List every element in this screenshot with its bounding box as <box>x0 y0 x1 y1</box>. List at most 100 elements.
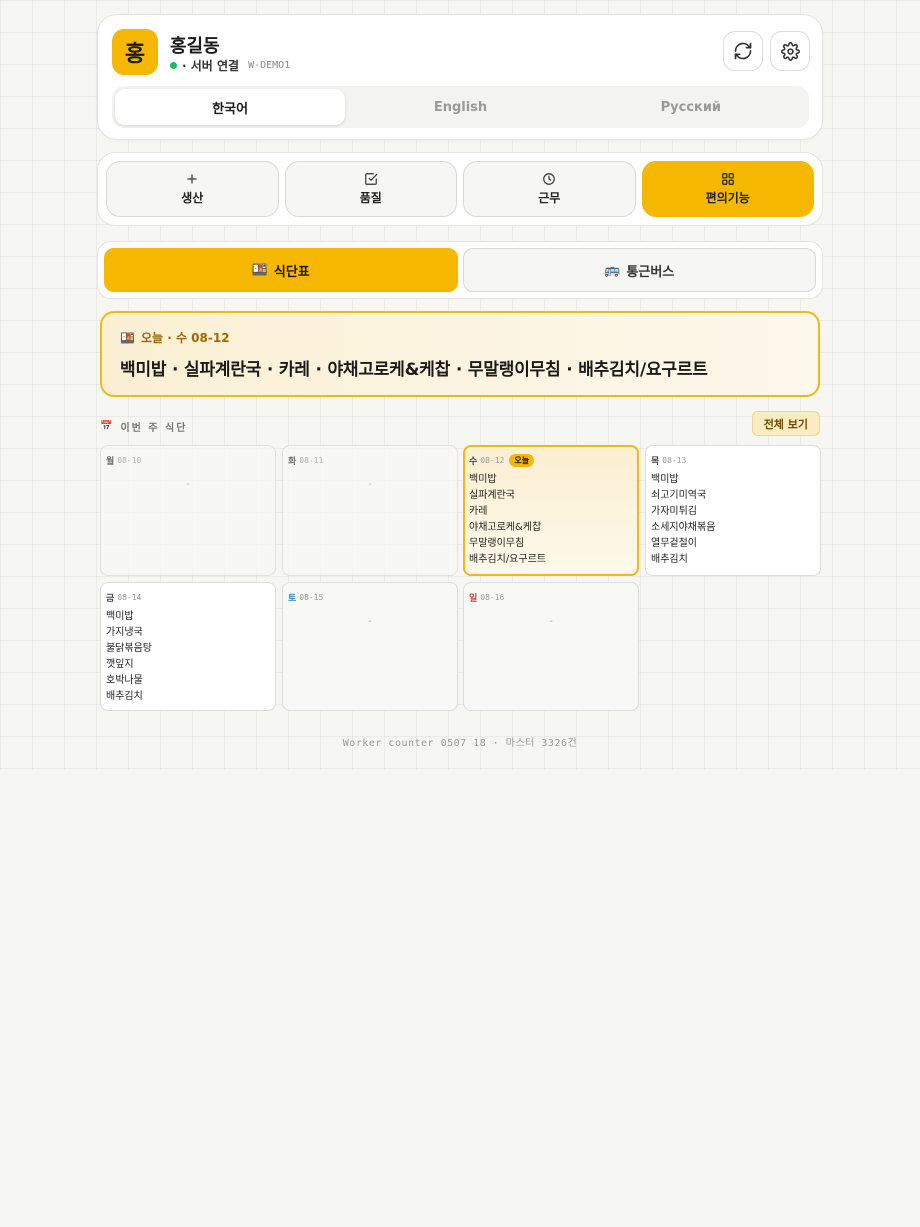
view-all-button[interactable]: 전체 보기 <box>751 411 820 436</box>
weekday: 일 <box>469 594 478 604</box>
plus-icon <box>187 174 197 184</box>
status-text: · 서버 연결 <box>182 59 240 73</box>
profile-header: 홍 홍길동 · 서버 연결 W-DEMO1 한국어 English Русски… <box>97 14 823 140</box>
tab-label: 통근버스 <box>626 264 675 280</box>
menu-item: 소세지야채볶음 <box>651 522 716 533</box>
online-dot-icon <box>170 62 177 69</box>
today-menu-text: 백미밥 · 실파계란국 · 카레 · 야채고로케&케찹 · 무말랭이무침 · 배… <box>120 360 708 380</box>
today-badge: 오늘 <box>509 454 535 467</box>
menu-item: 깻잎지 <box>106 659 134 670</box>
day-card-sun[interactable]: 일 08-16 - <box>463 582 639 711</box>
bento-icon: 🍱 <box>120 330 135 345</box>
week-header: 📅 이번 주 식단 전체 보기 <box>100 411 820 438</box>
menu-item: 백미밥 <box>651 474 679 485</box>
day-card-fri[interactable]: 금 08-14 백미밥 가지냉국 불닭볶음탕 깻잎지 호박나물 배추김치 <box>100 582 276 711</box>
week-title-text: 이번 주 식단 <box>120 423 188 434</box>
bento-icon: 🍱 <box>251 262 268 278</box>
empty-menu: - <box>549 616 553 627</box>
nav-label: 생산 <box>181 191 204 205</box>
tab-meal-plan[interactable]: 🍱 식단표 <box>104 248 458 292</box>
empty-menu: - <box>368 616 372 627</box>
empty-menu: - <box>186 479 190 490</box>
user-name: 홍길동 <box>170 36 220 57</box>
weekday: 화 <box>288 457 297 467</box>
menu-item: 불닭볶음탕 <box>106 643 152 654</box>
worker-id: W-DEMO1 <box>248 60 291 71</box>
nav-production[interactable]: 생산 <box>106 161 279 217</box>
menu-item: 실파계란국 <box>469 490 515 501</box>
day-date: 08-15 <box>299 593 324 602</box>
grid-icon <box>721 173 734 185</box>
weekday: 월 <box>106 457 115 467</box>
day-date: 08-11 <box>299 456 324 465</box>
menu-item: 쇠고기미역국 <box>651 490 707 501</box>
main-nav: 생산 품질 근무 편의기능 <box>97 152 823 226</box>
today-label: 🍱 오늘 · 수 08-12 <box>120 329 800 346</box>
checkbox-icon <box>364 173 378 185</box>
nav-quality[interactable]: 품질 <box>284 161 457 217</box>
day-date: 08-10 <box>117 456 142 465</box>
settings-button[interactable] <box>770 31 810 71</box>
nav-label: 근무 <box>538 191 561 205</box>
nav-work[interactable]: 근무 <box>463 161 636 217</box>
day-card-thu[interactable]: 목 08-13 백미밥 쇠고기미역국 가자미튀김 소세지야채볶음 열무겉절이 배… <box>645 445 821 576</box>
day-head: 수 08-12 오늘 <box>469 454 633 467</box>
day-card-tue[interactable]: 화 08-11 - <box>282 445 458 576</box>
weekday: 수 <box>469 457 478 467</box>
day-date: 08-14 <box>117 593 142 602</box>
lang-tab-english[interactable]: English <box>345 89 575 125</box>
week-title: 📅 이번 주 식단 <box>100 419 187 434</box>
connection-status: · 서버 연결 W-DEMO1 <box>170 57 290 74</box>
menu-item: 야채고로케&케찹 <box>469 522 542 533</box>
day-date: 08-16 <box>480 593 505 602</box>
refresh-icon <box>734 42 752 60</box>
tab-commuter-bus[interactable]: 🚌 통근버스 <box>462 248 816 292</box>
lang-tab-russian[interactable]: Русский <box>576 89 806 125</box>
menu-item: 배추김치 <box>106 691 143 702</box>
nav-label: 편의기능 <box>705 191 750 205</box>
convenience-subtabs: 🍱 식단표 🚌 통근버스 <box>97 241 823 299</box>
day-date: 08-12 <box>480 456 505 465</box>
day-head: 월 08-10 <box>106 454 270 467</box>
calendar-icon: 📅 <box>100 421 115 432</box>
lang-tab-korean[interactable]: 한국어 <box>115 89 346 125</box>
menu-item: 가자미튀김 <box>651 506 697 517</box>
today-date: 오늘 · 수 08-12 <box>140 331 230 345</box>
menu-item: 배추김치/요구르트 <box>469 554 546 565</box>
day-head: 금 08-14 <box>106 591 270 604</box>
day-head: 목 08-13 <box>651 454 815 467</box>
weekday: 목 <box>651 457 660 467</box>
menu-list: 백미밥 실파계란국 카레 야채고로케&케찹 무말랭이무침 배추김치/요구르트 <box>469 472 633 568</box>
menu-item: 배추김치 <box>651 554 688 565</box>
menu-item: 가지냉국 <box>106 627 143 638</box>
day-head: 토 08-15 <box>288 591 452 604</box>
day-head: 일 08-16 <box>469 591 633 604</box>
day-head: 화 08-11 <box>288 454 452 467</box>
day-card-wed[interactable]: 수 08-12 오늘 백미밥 실파계란국 카레 야채고로케&케찹 무말랭이무침 … <box>463 445 639 576</box>
menu-item: 호박나물 <box>106 675 143 686</box>
menu-list: 백미밥 쇠고기미역국 가자미튀김 소세지야채볶음 열무겉절이 배추김치 <box>651 472 815 568</box>
clock-icon <box>543 173 556 185</box>
avatar: 홍 <box>112 29 158 75</box>
day-card-sat[interactable]: 토 08-15 - <box>282 582 458 711</box>
language-selector: 한국어 English Русский <box>112 86 809 128</box>
menu-item: 카레 <box>469 506 488 517</box>
day-card-mon[interactable]: 월 08-10 - <box>100 445 276 576</box>
menu-item: 열무겉절이 <box>651 538 697 549</box>
bus-icon: 🚌 <box>604 262 621 278</box>
empty-menu: - <box>368 479 372 490</box>
weekday: 금 <box>106 594 115 604</box>
menu-list: 백미밥 가지냉국 불닭볶음탕 깻잎지 호박나물 배추김치 <box>106 609 270 705</box>
nav-convenience[interactable]: 편의기능 <box>641 161 814 217</box>
menu-item: 백미밥 <box>469 474 497 485</box>
refresh-button[interactable] <box>723 31 763 71</box>
today-menu-banner: 🍱 오늘 · 수 08-12 백미밥 · 실파계란국 · 카레 · 야채고로케&… <box>100 311 820 397</box>
tab-label: 식단표 <box>273 264 310 280</box>
app-container: 홍 홍길동 · 서버 연결 W-DEMO1 한국어 English Русски… <box>97 14 823 299</box>
nav-label: 품질 <box>359 191 382 205</box>
menu-item: 백미밥 <box>106 611 134 622</box>
weekday: 토 <box>288 594 297 604</box>
menu-item: 무말랭이무침 <box>469 538 525 549</box>
gear-icon <box>780 41 800 61</box>
day-date: 08-13 <box>662 456 687 465</box>
